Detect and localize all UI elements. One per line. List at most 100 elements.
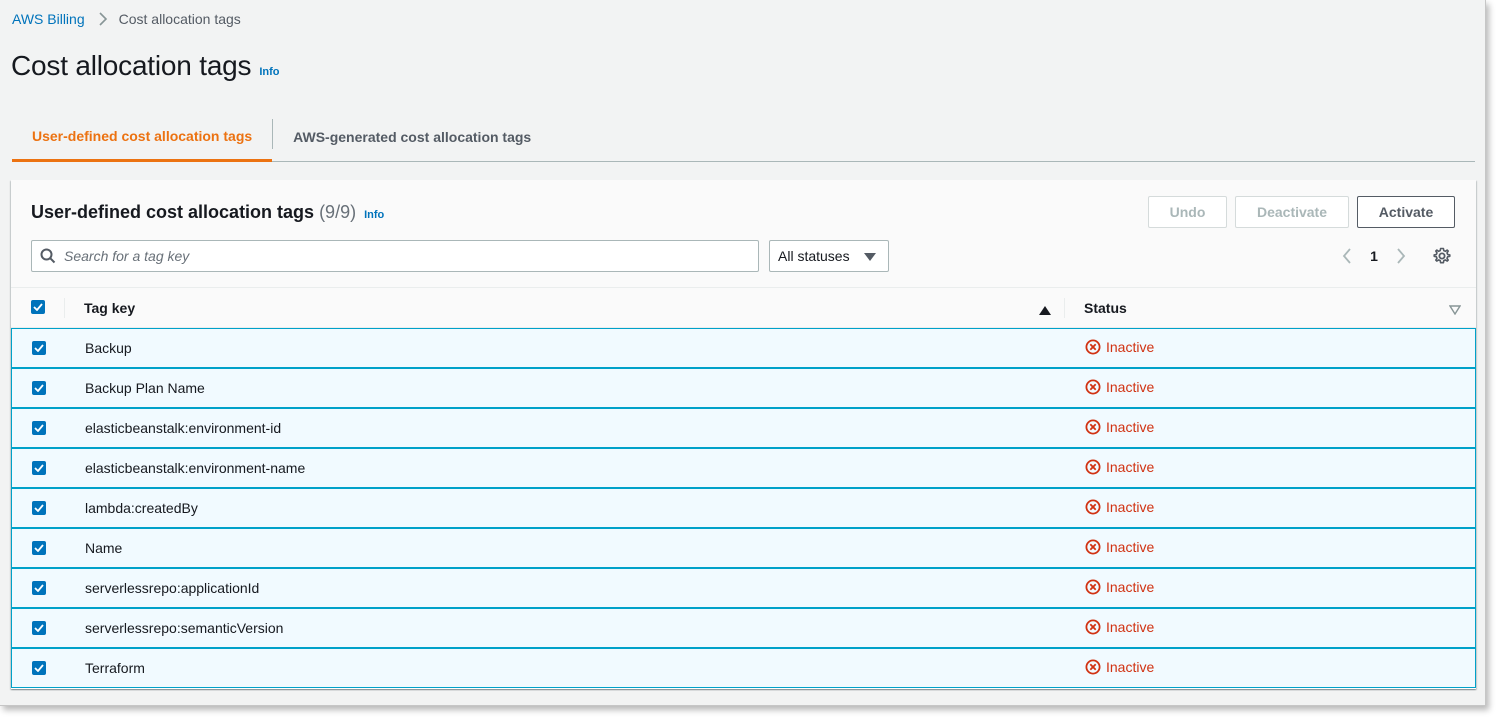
table-row[interactable]: elasticbeanstalk:environment-name Inactiv… [11, 448, 1476, 488]
search-input[interactable] [64, 248, 744, 264]
x-circle-icon [1085, 499, 1101, 515]
status-label: Inactive [1106, 499, 1155, 515]
table-info-link[interactable]: Info [364, 209, 384, 221]
tag-key-cell: Backup Plan Name [85, 380, 205, 396]
status-cell: Inactive [1085, 579, 1154, 595]
selection-count: (9/9) [319, 202, 357, 222]
status-label: Inactive [1106, 379, 1155, 395]
page-header: Cost allocation tags Info [11, 50, 280, 82]
status-cell: Inactive [1085, 339, 1154, 355]
tags-table-container: User-defined cost allocation tags (9/9) … [11, 180, 1476, 689]
gear-icon[interactable] [1431, 244, 1453, 268]
column-header-status[interactable]: Status [1084, 300, 1127, 316]
sort-descending-icon[interactable] [1448, 302, 1462, 320]
status-label: Inactive [1106, 539, 1155, 555]
row-checkbox[interactable] [32, 661, 46, 675]
x-circle-icon [1085, 419, 1101, 435]
search-icon [32, 241, 64, 271]
activate-button[interactable]: Activate [1357, 196, 1455, 228]
chevron-right-icon [91, 11, 115, 27]
status-cell: Inactive [1085, 619, 1154, 635]
breadcrumb-link-aws-billing[interactable]: AWS Billing [12, 11, 85, 27]
x-circle-icon [1085, 379, 1101, 395]
x-circle-icon [1085, 539, 1101, 555]
x-circle-icon [1085, 619, 1101, 635]
page-title: Cost allocation tags [11, 50, 252, 81]
table-row[interactable]: serverlessrepo:applicationId Inactive [11, 568, 1476, 608]
tag-key-cell: serverlessrepo:applicationId [85, 580, 260, 596]
x-circle-icon [1085, 459, 1101, 475]
checkmark-icon [34, 504, 44, 512]
table-row[interactable]: Backup Inactive [11, 328, 1476, 368]
row-checkbox[interactable] [32, 541, 46, 555]
table-header-area: User-defined cost allocation tags (9/9) … [11, 180, 1476, 288]
breadcrumb: AWS Billing Cost allocation tags [12, 11, 241, 27]
tag-key-cell: Backup [85, 340, 132, 356]
tab-aws-generated[interactable]: AWS-generated cost allocation tags [273, 112, 551, 162]
row-checkbox[interactable] [32, 421, 46, 435]
tab-bar: User-defined cost allocation tags AWS-ge… [12, 112, 1475, 162]
search-field [31, 240, 759, 272]
checkmark-icon [34, 384, 44, 392]
tag-key-cell: lambda:createdBy [85, 500, 198, 516]
row-checkbox[interactable] [32, 341, 46, 355]
row-checkbox[interactable] [32, 381, 46, 395]
status-label: Inactive [1106, 579, 1155, 595]
table-title-row: User-defined cost allocation tags (9/9) … [31, 202, 384, 223]
row-checkbox[interactable] [32, 621, 46, 635]
tag-key-cell: Name [85, 540, 123, 556]
status-label: Inactive [1106, 659, 1155, 675]
tag-key-cell: elasticbeanstalk:environment-name [85, 460, 306, 476]
status-cell: Inactive [1085, 539, 1154, 555]
chevron-left-icon[interactable] [1337, 244, 1357, 268]
app-frame: AWS Billing Cost allocation tags Cost al… [0, 0, 1486, 706]
select-all-checkbox[interactable] [31, 300, 45, 314]
status-label: Inactive [1106, 619, 1155, 635]
column-divider [1064, 298, 1065, 318]
checkmark-icon [34, 464, 44, 472]
table-row[interactable]: serverlessrepo:semanticVersion Inactive [11, 608, 1476, 648]
status-label: Inactive [1106, 419, 1155, 435]
tag-key-cell: Terraform [85, 660, 145, 676]
checkmark-icon [34, 344, 44, 352]
breadcrumb-current: Cost allocation tags [118, 11, 241, 27]
table-row[interactable]: Name Inactive [11, 528, 1476, 568]
tag-key-cell: serverlessrepo:semanticVersion [85, 620, 284, 636]
chevron-right-icon[interactable] [1391, 244, 1411, 268]
status-label: Inactive [1106, 339, 1155, 355]
status-filter-select[interactable]: All statuses [769, 240, 889, 272]
x-circle-icon [1085, 339, 1101, 355]
pagination: 1 [1337, 244, 1411, 268]
page-number[interactable]: 1 [1357, 248, 1391, 264]
status-filter-value: All statuses [778, 248, 850, 264]
tag-key-cell: elasticbeanstalk:environment-id [85, 420, 282, 436]
sort-ascending-icon[interactable] [1039, 302, 1051, 320]
page-info-link[interactable]: Info [259, 66, 279, 78]
undo-button[interactable]: Undo [1148, 196, 1227, 228]
checkmark-icon [34, 664, 44, 672]
x-circle-icon [1085, 659, 1101, 675]
row-checkbox[interactable] [32, 581, 46, 595]
column-divider [64, 298, 65, 318]
checkmark-icon [34, 544, 44, 552]
column-header-tag-key[interactable]: Tag key [84, 300, 135, 316]
status-label: Inactive [1106, 459, 1155, 475]
table-row[interactable]: Backup Plan Name Inactive [11, 368, 1476, 408]
table-row[interactable]: elasticbeanstalk:environment-id Inactive [11, 408, 1476, 448]
status-cell: Inactive [1085, 459, 1154, 475]
x-circle-icon [1085, 579, 1101, 595]
table-title: User-defined cost allocation tags [31, 202, 315, 222]
tab-user-defined[interactable]: User-defined cost allocation tags [12, 112, 273, 162]
checkmark-icon [34, 584, 44, 592]
status-cell: Inactive [1085, 379, 1154, 395]
row-checkbox[interactable] [32, 501, 46, 515]
row-checkbox[interactable] [32, 461, 46, 475]
checkmark-icon [34, 624, 44, 632]
table-column-header: Tag key Status [11, 288, 1476, 328]
status-cell: Inactive [1085, 659, 1154, 675]
status-cell: Inactive [1085, 499, 1154, 515]
table-row[interactable]: Terraform Inactive [11, 648, 1476, 688]
table-row[interactable]: lambda:createdBy Inactive [11, 488, 1476, 528]
caret-down-icon [864, 248, 876, 264]
deactivate-button[interactable]: Deactivate [1235, 196, 1349, 228]
